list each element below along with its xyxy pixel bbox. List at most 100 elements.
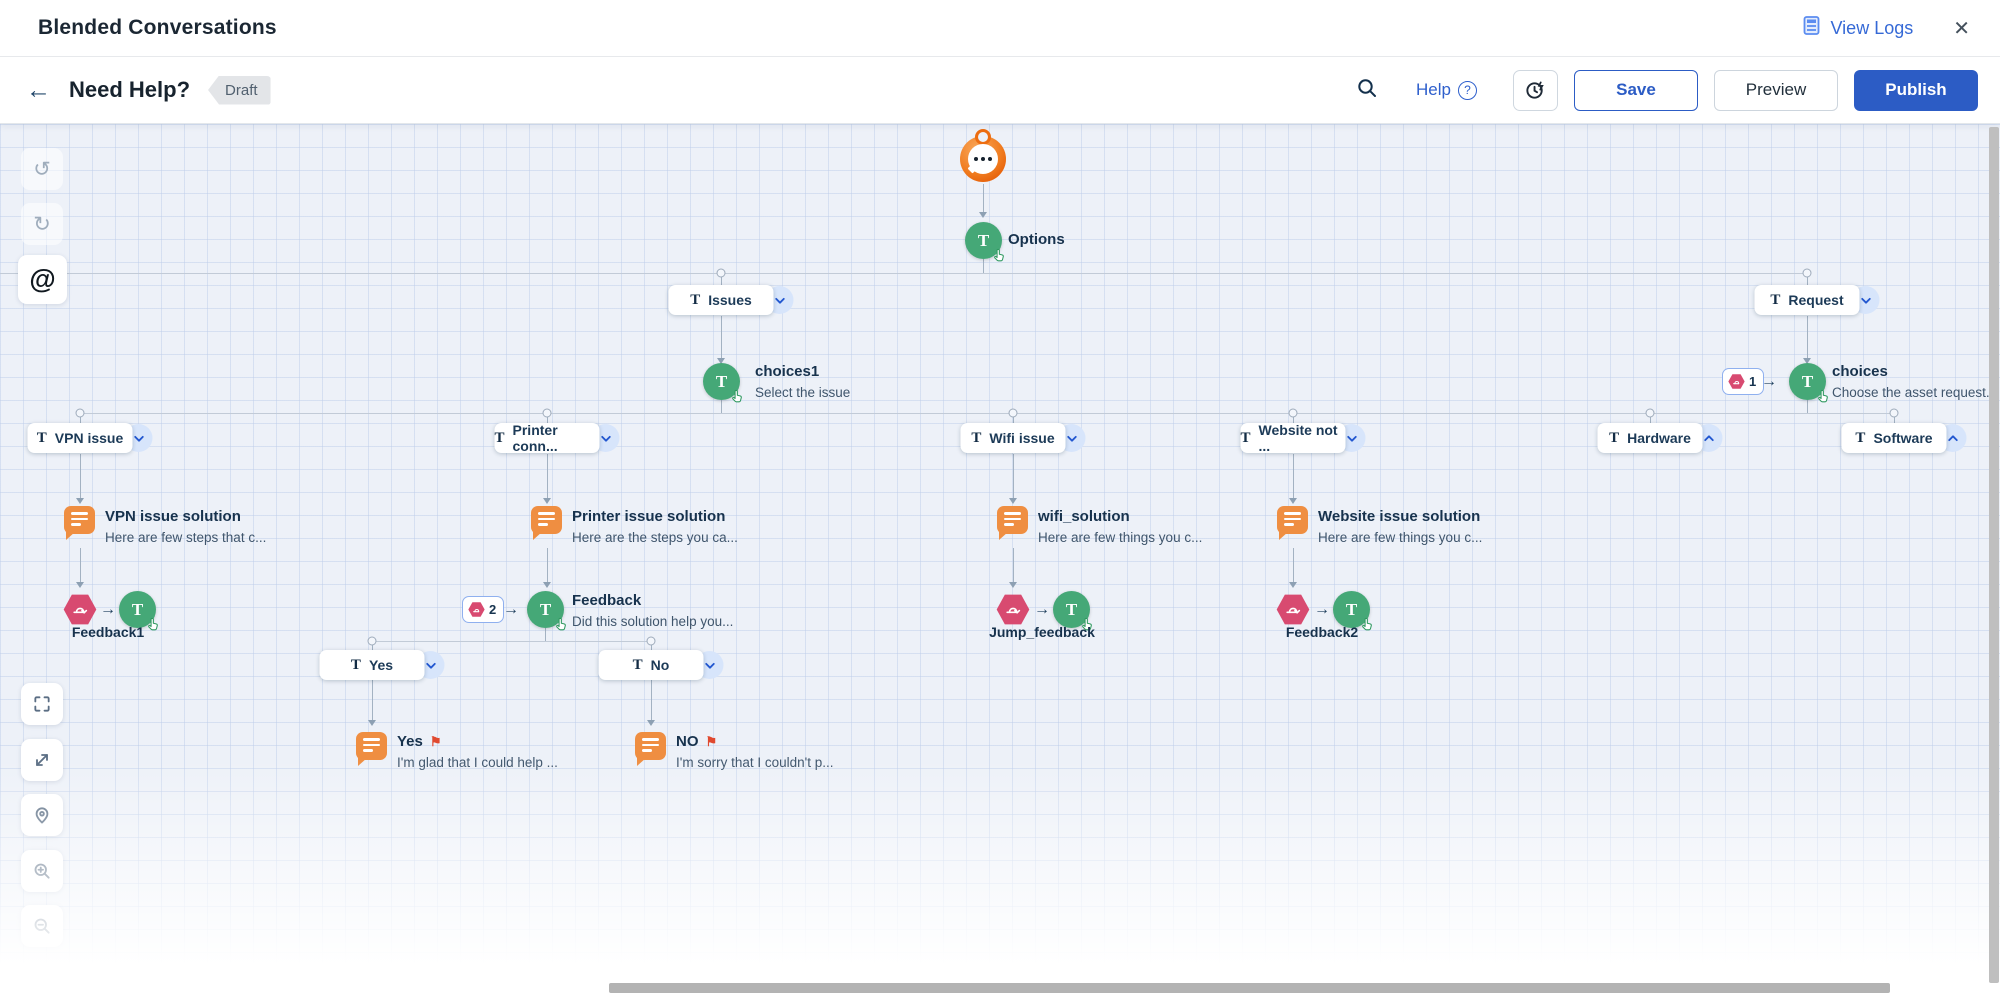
save-button[interactable]: Save: [1574, 69, 1698, 111]
branch-chip-software[interactable]: T Software: [1841, 423, 1967, 453]
jump-action-icon: [1285, 607, 1300, 614]
branch-chip-request[interactable]: T Request: [1754, 285, 1880, 315]
connector-line: [80, 413, 1894, 414]
feedback2-node[interactable]: T: [1333, 591, 1372, 631]
branch-chip-no[interactable]: T No: [598, 650, 724, 680]
badge-count: 1: [1749, 374, 1757, 389]
connector-line: [372, 641, 651, 642]
arrowhead: [1009, 582, 1017, 588]
hand-pointer-icon: [556, 617, 566, 631]
node-subtitle: Here are few things you c...: [1318, 530, 1483, 545]
printer-solution-message-node[interactable]: [531, 506, 562, 540]
node-title: choices: [1832, 363, 1888, 380]
node-title: Options: [1008, 231, 1065, 248]
connector-line: [547, 548, 548, 582]
incoming-jump-badge[interactable]: 2: [462, 596, 505, 623]
connector-line: [1807, 400, 1808, 413]
arrowhead: [1009, 498, 1017, 504]
branch-label: Issues: [708, 292, 752, 308]
view-logs-label: View Logs: [1830, 17, 1914, 38]
preview-button[interactable]: Preview: [1714, 69, 1838, 111]
undo-icon: ↺: [33, 157, 51, 181]
feedback1-jump-node[interactable]: [63, 594, 97, 625]
junction-dot[interactable]: [1288, 408, 1298, 418]
text-type-icon: T: [971, 429, 982, 446]
node-title: choices1: [755, 363, 820, 380]
connector-line: [547, 454, 548, 498]
mention-button[interactable]: @: [18, 255, 67, 304]
vpn-solution-message-node[interactable]: [64, 506, 95, 540]
branch-label: Wifi issue: [989, 430, 1055, 446]
junction-dot[interactable]: [542, 408, 552, 418]
search-button[interactable]: [1356, 77, 1378, 104]
branch-label: VPN issue: [54, 430, 124, 446]
zoom-out-button[interactable]: [21, 905, 63, 947]
branch-chip-website[interactable]: T Website not ...: [1240, 422, 1366, 454]
junction-dot[interactable]: [1645, 408, 1655, 418]
jump-feedback-jump-node[interactable]: [996, 594, 1030, 625]
branch-chip-wifi-issue[interactable]: T Wifi issue: [960, 423, 1086, 453]
yes-message-node[interactable]: [356, 732, 387, 766]
connector-line: [1293, 548, 1294, 582]
branch-label: Software: [1873, 430, 1933, 446]
canvas-bottom-fade: [0, 758, 2000, 993]
branch-chip-hardware[interactable]: T Hardware: [1597, 423, 1723, 453]
node-title: Printer issue solution: [572, 508, 726, 525]
view-logs-button[interactable]: View Logs: [1801, 15, 1914, 41]
branch-chip-printer[interactable]: T Printer conn...: [494, 422, 620, 454]
junction-dot[interactable]: [716, 268, 726, 278]
node-title: Feedback2: [1285, 624, 1359, 640]
version-history-button[interactable]: [1513, 69, 1558, 111]
arrowhead: [543, 498, 551, 504]
vertical-scrollbar[interactable]: [1989, 127, 1999, 983]
junction-dot[interactable]: [646, 636, 656, 646]
back-button[interactable]: ←: [26, 77, 51, 103]
branch-label: Request: [1788, 292, 1844, 308]
text-type-icon: T: [1345, 599, 1358, 619]
close-icon[interactable]: ✕: [1947, 14, 1976, 43]
junction-dot[interactable]: [367, 636, 377, 646]
horizontal-scrollbar[interactable]: [609, 983, 1890, 993]
choices-node[interactable]: T: [1789, 363, 1828, 403]
hand-pointer-icon: [994, 248, 1004, 262]
node-title: VPN issue solution: [105, 508, 241, 525]
feedback-node[interactable]: T: [527, 591, 566, 631]
connector-line: [0, 273, 1807, 274]
feedback1-node[interactable]: T: [119, 591, 158, 631]
help-link[interactable]: Help ?: [1416, 80, 1477, 100]
junction-dot[interactable]: [75, 408, 85, 418]
hand-pointer-icon: [1362, 617, 1372, 631]
junction-dot[interactable]: [1889, 408, 1899, 418]
redo-button[interactable]: ↻: [21, 203, 63, 245]
resize-diagonal-icon: [36, 754, 48, 766]
branch-label: Yes: [368, 657, 394, 673]
incoming-jump-badge[interactable]: 1: [1722, 368, 1765, 395]
branch-chip-issues[interactable]: T Issues: [668, 285, 794, 315]
choices1-node[interactable]: T: [703, 363, 742, 403]
feedback2-jump-node[interactable]: [1276, 594, 1310, 625]
connector-line: [1013, 548, 1014, 582]
undo-button[interactable]: ↺: [21, 148, 63, 190]
hand-pointer-icon: [732, 389, 742, 403]
locate-button[interactable]: [21, 794, 63, 836]
jump-action-icon: [1005, 607, 1020, 614]
arrowhead: [76, 582, 84, 588]
connector-line: [721, 316, 722, 358]
expand-button[interactable]: [21, 739, 63, 781]
zoom-in-button[interactable]: [21, 850, 63, 892]
options-node[interactable]: T: [965, 222, 1004, 262]
no-message-node[interactable]: [635, 732, 666, 766]
junction-dot[interactable]: [1008, 408, 1018, 418]
node-subtitle: Here are few steps that c...: [105, 530, 267, 545]
text-type-icon: T: [1065, 599, 1078, 619]
publish-button[interactable]: Publish: [1854, 69, 1978, 111]
junction-dot[interactable]: [1802, 268, 1812, 278]
jump-feedback-node[interactable]: T: [1053, 591, 1092, 631]
fit-screen-button[interactable]: [21, 683, 63, 725]
website-solution-message-node[interactable]: [1277, 506, 1308, 540]
bot-start-node[interactable]: [960, 136, 1006, 182]
branch-chip-yes[interactable]: T Yes: [319, 650, 445, 680]
flow-canvas[interactable]: T Options T Issues T Request T VPN issue TP…: [0, 124, 2000, 993]
wifi-solution-message-node[interactable]: [997, 506, 1028, 540]
branch-chip-vpn-issue[interactable]: T VPN issue: [27, 423, 153, 453]
